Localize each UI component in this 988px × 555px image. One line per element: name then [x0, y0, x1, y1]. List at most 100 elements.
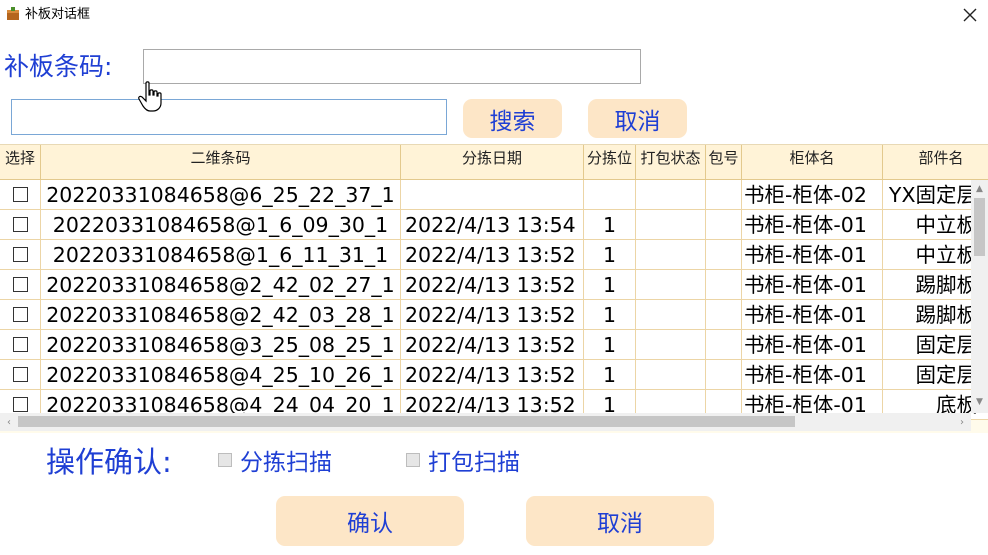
row-checkbox[interactable]	[12, 187, 28, 202]
scroll-right-icon[interactable]: ›	[953, 413, 971, 431]
board-grid: 选择 二维条码 分拣日期 分拣位 打包状态 包号 柜体名 部件名 2022033…	[0, 144, 988, 433]
sort-date-cell: 2022/4/13 13:54	[401, 210, 584, 240]
pack-status-cell	[636, 330, 706, 360]
pack-status-cell	[636, 180, 706, 210]
vertical-scroll-thumb[interactable]	[974, 198, 985, 256]
grid-header: 选择 二维条码 分拣日期 分拣位 打包状态 包号 柜体名 部件名	[0, 145, 988, 180]
barcode-input[interactable]	[143, 49, 641, 84]
cabinet-name-cell: 书柜-柜体-01	[742, 300, 883, 330]
box-icon	[7, 7, 19, 20]
search-input[interactable]	[11, 99, 447, 135]
table-row[interactable]: 20220331084658@1_6_11_31_1 2022/4/13 13:5…	[0, 240, 988, 270]
header-sort-date[interactable]: 分拣日期	[401, 145, 584, 179]
sort-date-cell: 2022/4/13 13:52	[401, 360, 584, 390]
barcode-label: 补板条码:	[4, 52, 113, 81]
package-no-cell	[706, 210, 742, 240]
sort-position-cell: 1	[584, 330, 636, 360]
confirm-button[interactable]: 确认	[276, 496, 464, 546]
title-bar: 补板对话框	[0, 0, 988, 32]
barcode-cell: 20220331084658@4_25_10_26_1	[41, 360, 401, 390]
sort-date-cell: 2022/4/13 13:52	[401, 300, 584, 330]
table-row[interactable]: 20220331084658@4_25_10_26_1 2022/4/13 13:…	[0, 360, 988, 390]
sort-scan-label: 分拣扫描	[240, 450, 332, 476]
package-no-cell	[706, 360, 742, 390]
package-no-cell	[706, 240, 742, 270]
close-button[interactable]	[956, 3, 984, 27]
row-checkbox[interactable]	[12, 247, 28, 262]
row-checkbox[interactable]	[12, 367, 28, 382]
barcode-cell: 20220331084658@1_6_09_30_1	[41, 210, 401, 240]
table-row[interactable]: 20220331084658@3_25_08_25_1 2022/4/13 13:…	[0, 330, 988, 360]
pack-scan-label: 打包扫描	[428, 450, 520, 476]
select-cell[interactable]	[0, 360, 41, 390]
header-package-no[interactable]: 包号	[706, 145, 742, 179]
window-title: 补板对话框	[25, 7, 91, 22]
pack-status-cell	[636, 300, 706, 330]
table-row[interactable]: 20220331084658@2_42_02_27_1 2022/4/13 13:…	[0, 270, 988, 300]
row-checkbox[interactable]	[12, 307, 28, 322]
pack-scan-checkbox[interactable]: 打包扫描	[406, 443, 520, 477]
checkbox-box[interactable]	[406, 453, 420, 467]
search-button[interactable]: 搜索	[463, 99, 562, 138]
row-checkbox[interactable]	[12, 337, 28, 352]
barcode-cell: 20220331084658@2_42_03_28_1	[41, 300, 401, 330]
package-no-cell	[706, 270, 742, 300]
row-checkbox[interactable]	[12, 397, 28, 412]
sort-date-cell: 2022/4/13 13:52	[401, 270, 584, 300]
table-row[interactable]: 20220331084658@2_42_03_28_1 2022/4/13 13:…	[0, 300, 988, 330]
select-cell[interactable]	[0, 180, 41, 210]
sort-position-cell: 1	[584, 360, 636, 390]
sort-position-cell: 1	[584, 270, 636, 300]
sort-date-cell: 2022/4/13 13:52	[401, 240, 584, 270]
scroll-up-icon[interactable]: ▲	[971, 180, 988, 197]
close-icon	[963, 8, 977, 22]
row-checkbox[interactable]	[12, 277, 28, 292]
cabinet-name-cell: 书柜-柜体-01	[742, 360, 883, 390]
operation-confirm-label: 操作确认:	[46, 445, 172, 479]
sort-position-cell: 1	[584, 240, 636, 270]
pack-status-cell	[636, 210, 706, 240]
table-row[interactable]: 20220331084658@1_6_09_30_1 2022/4/13 13:5…	[0, 210, 988, 240]
cancel-search-button[interactable]: 取消	[588, 99, 687, 138]
sort-position-cell	[584, 180, 636, 210]
scroll-down-icon[interactable]: ▼	[971, 393, 988, 410]
sort-date-cell: 2022/4/13 13:52	[401, 330, 584, 360]
sort-date-cell	[401, 180, 584, 210]
select-cell[interactable]	[0, 300, 41, 330]
header-pack-status[interactable]: 打包状态	[636, 145, 706, 179]
pack-status-cell	[636, 270, 706, 300]
cabinet-name-cell: 书柜-柜体-01	[742, 330, 883, 360]
select-cell[interactable]	[0, 240, 41, 270]
select-cell[interactable]	[0, 270, 41, 300]
cabinet-name-cell: 书柜-柜体-01	[742, 240, 883, 270]
sort-position-cell: 1	[584, 300, 636, 330]
barcode-cell: 20220331084658@2_42_02_27_1	[41, 270, 401, 300]
checkbox-box[interactable]	[218, 453, 232, 467]
pack-status-cell	[636, 240, 706, 270]
select-cell[interactable]	[0, 330, 41, 360]
header-select[interactable]: 选择	[0, 145, 41, 179]
header-cabinet-name[interactable]: 柜体名	[742, 145, 883, 179]
cabinet-name-cell: 书柜-柜体-02	[742, 180, 883, 210]
header-sort-position[interactable]: 分拣位	[584, 145, 636, 179]
package-no-cell	[706, 180, 742, 210]
scroll-left-icon[interactable]: ‹	[0, 413, 18, 431]
barcode-cell: 20220331084658@6_25_22_37_1	[41, 180, 401, 210]
cabinet-name-cell: 书柜-柜体-01	[742, 210, 883, 240]
cabinet-name-cell: 书柜-柜体-01	[742, 270, 883, 300]
package-no-cell	[706, 330, 742, 360]
package-no-cell	[706, 300, 742, 330]
sort-position-cell: 1	[584, 210, 636, 240]
select-cell[interactable]	[0, 210, 41, 240]
header-part-name[interactable]: 部件名	[883, 145, 988, 179]
horizontal-scroll-thumb[interactable]	[18, 416, 795, 427]
barcode-cell: 20220331084658@1_6_11_31_1	[41, 240, 401, 270]
row-checkbox[interactable]	[12, 217, 28, 232]
sort-scan-checkbox[interactable]: 分拣扫描	[218, 443, 332, 477]
table-row[interactable]: 20220331084658@6_25_22_37_1 书柜-柜体-02 YX固定层	[0, 180, 988, 210]
pack-status-cell	[636, 360, 706, 390]
hand-cursor-icon	[138, 81, 162, 112]
header-barcode[interactable]: 二维条码	[41, 145, 401, 179]
cancel-button[interactable]: 取消	[526, 496, 714, 546]
barcode-cell: 20220331084658@3_25_08_25_1	[41, 330, 401, 360]
